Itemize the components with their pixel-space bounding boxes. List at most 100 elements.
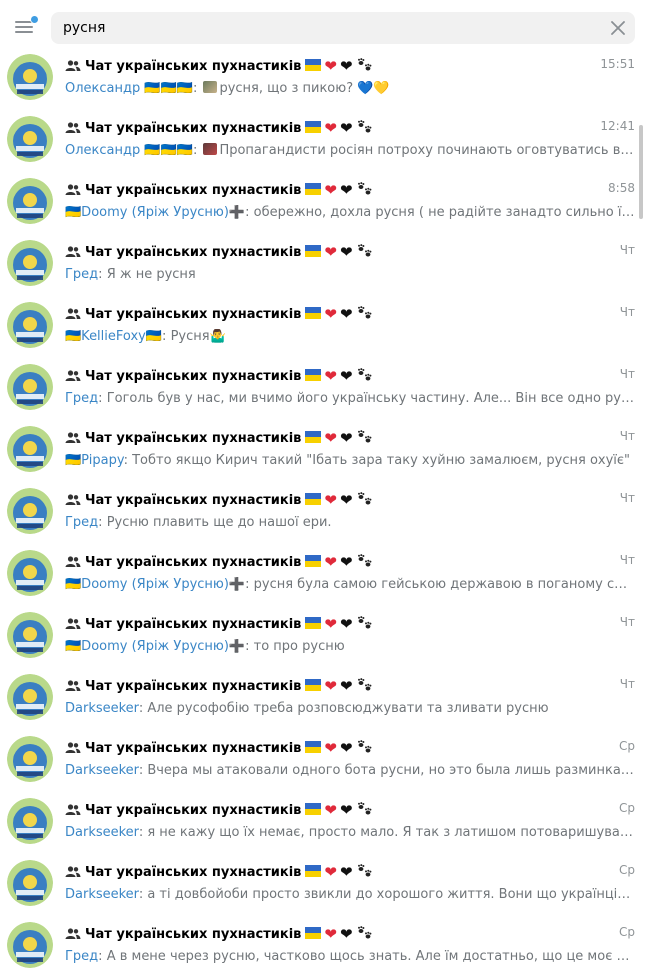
group-people-icon <box>65 866 81 877</box>
furry-paw-logo-avatar <box>7 612 53 658</box>
group-people-icon <box>65 556 81 567</box>
message-text: то про русню <box>253 639 345 654</box>
paw-prints-emoji <box>357 554 371 567</box>
chat-title: Чат українських пухнастиків ❤ ❤ <box>85 305 373 323</box>
paw-prints-emoji <box>357 926 371 939</box>
group-people-icon <box>65 618 81 629</box>
message-preview: 🇺🇦Doomy (Яріж Урусню)➕: обережно, дохла … <box>65 205 635 223</box>
chat-result-row[interactable]: Чат українських пухнастиків ❤ ❤ Ср Darksee… <box>0 728 647 790</box>
message-time: Чт <box>619 243 635 257</box>
chat-result-row[interactable]: Чат українських пухнастиків ❤ ❤ Чт Гред: Г… <box>0 356 647 418</box>
chat-result-row[interactable]: Чат українських пухнастиків ❤ ❤ Чт 🇺🇦Doomy… <box>0 542 647 604</box>
sender-name: Олександр 🇺🇦🇺🇦🇺🇦 <box>65 143 193 158</box>
message-text: Пропагандисти росіян потроху починають о… <box>219 143 635 158</box>
scrollbar[interactable] <box>639 125 643 219</box>
message-text: Я ж не русня <box>106 267 196 282</box>
message-time: 12:41 <box>600 119 635 133</box>
message-time: Ср <box>619 739 635 753</box>
hamburger-menu-icon[interactable] <box>13 15 39 36</box>
group-people-icon <box>65 370 81 381</box>
sender-name: 🇺🇦Pipapy <box>65 453 124 468</box>
media-thumbnail <box>203 143 218 155</box>
red-heart-emoji: ❤ <box>324 429 337 447</box>
group-people-icon <box>65 804 81 815</box>
chat-result-row[interactable]: Чат українських пухнастиків ❤ ❤ Чт 🇺🇦Kelli… <box>0 294 647 356</box>
paw-prints-emoji <box>357 182 371 195</box>
search-results-list: Чат українських пухнастиків ❤ ❤ 15:51 Олек… <box>0 46 647 976</box>
furry-paw-logo-avatar <box>7 736 53 782</box>
sender-name: 🇺🇦Doomy (Яріж Урусню)➕ <box>65 205 246 220</box>
ukraine-flag-emoji <box>305 865 322 877</box>
furry-paw-logo-avatar <box>7 488 53 534</box>
red-heart-emoji: ❤ <box>324 367 337 385</box>
ukraine-flag-emoji <box>305 121 322 133</box>
search-field[interactable] <box>51 12 635 44</box>
message-text: Але русофобію треба розповсюджувати та з… <box>147 701 549 716</box>
furry-paw-logo-avatar <box>7 302 53 348</box>
group-people-icon <box>65 60 81 71</box>
ukraine-flag-emoji <box>305 927 322 939</box>
message-preview: 🇺🇦KellieFoxy🇺🇦: Русня🤷‍♂️ <box>65 329 226 344</box>
paw-prints-emoji <box>357 492 371 505</box>
paw-prints-emoji <box>357 120 371 133</box>
chat-result-row[interactable]: Чат українських пухнастиків ❤ ❤ Чт Гред: Я… <box>0 232 647 294</box>
search-input[interactable] <box>63 12 603 44</box>
message-preview: 🇺🇦Doomy (Яріж Урусню)➕: то про русню <box>65 639 345 654</box>
chat-result-row[interactable]: Чат українських пухнастиків ❤ ❤ Чт Darksee… <box>0 666 647 728</box>
chat-title: Чат українських пухнастиків ❤ ❤ <box>85 367 373 385</box>
red-heart-emoji: ❤ <box>324 181 337 199</box>
message-time: Чт <box>619 305 635 319</box>
message-preview: Darkseeker: Вчера мы атаковали одного бо… <box>65 763 635 781</box>
group-people-icon <box>65 246 81 257</box>
red-heart-emoji: ❤ <box>324 801 337 819</box>
chat-result-row[interactable]: Чат українських пухнастиків ❤ ❤ Чт Гред: Р… <box>0 480 647 542</box>
chat-result-row[interactable]: Чат українських пухнастиків ❤ ❤ Ср Darksee… <box>0 852 647 914</box>
sender-name: Darkseeker <box>65 701 139 716</box>
message-text: А в мене через русню, частково щось знат… <box>106 949 635 964</box>
black-heart-emoji: ❤ <box>339 429 353 447</box>
chat-result-row[interactable]: Чат українських пухнастиків ❤ ❤ 12:41 Олек… <box>0 108 647 170</box>
message-text: Гоголь був у нас, ми вчимо його українсь… <box>106 391 635 406</box>
red-heart-emoji: ❤ <box>324 305 337 323</box>
ukraine-flag-emoji <box>305 617 322 629</box>
furry-paw-logo-avatar <box>7 426 53 472</box>
chat-title: Чат українських пухнастиків ❤ ❤ <box>85 429 373 447</box>
furry-paw-logo-avatar <box>7 860 53 906</box>
message-text: я не кажу що їх немає, просто мало. Я та… <box>147 825 635 840</box>
chat-result-row[interactable]: Чат українських пухнастиків ❤ ❤ 8:58 🇺🇦Doo… <box>0 170 647 232</box>
message-text: обережно, дохла русня ( не радійте занад… <box>253 205 635 220</box>
message-time: Чт <box>619 553 635 567</box>
group-people-icon <box>65 184 81 195</box>
chat-result-row[interactable]: Чат українських пухнастиків ❤ ❤ Ср Darksee… <box>0 790 647 852</box>
message-text: русня була самою гейською державою в пог… <box>253 577 635 592</box>
chat-title: Чат українських пухнастиків ❤ ❤ <box>85 57 373 75</box>
ukraine-flag-emoji <box>305 59 322 71</box>
furry-paw-logo-avatar <box>7 798 53 844</box>
black-heart-emoji: ❤ <box>339 925 353 943</box>
furry-paw-logo-avatar <box>7 54 53 100</box>
message-time: Чт <box>619 367 635 381</box>
furry-paw-logo-avatar <box>7 922 53 968</box>
chat-title: Чат українських пухнастиків ❤ ❤ <box>85 119 373 137</box>
message-preview: Darkseeker: я не кажу що їх немає, прост… <box>65 825 635 843</box>
chat-result-row[interactable]: Чат українських пухнастиків ❤ ❤ Ср Гред: А… <box>0 914 647 976</box>
chat-result-row[interactable]: Чат українських пухнастиків ❤ ❤ Чт 🇺🇦Pipap… <box>0 418 647 480</box>
chat-result-row[interactable]: Чат українських пухнастиків ❤ ❤ 15:51 Олек… <box>0 46 647 108</box>
message-time: Ср <box>619 863 635 877</box>
ukraine-flag-emoji <box>305 741 322 753</box>
paw-prints-emoji <box>357 430 371 443</box>
chat-result-row[interactable]: Чат українських пухнастиків ❤ ❤ Чт 🇺🇦Doomy… <box>0 604 647 666</box>
group-people-icon <box>65 308 81 319</box>
group-people-icon <box>65 494 81 505</box>
furry-paw-logo-avatar <box>7 178 53 224</box>
furry-paw-logo-avatar <box>7 240 53 286</box>
chat-title: Чат українських пухнастиків ❤ ❤ <box>85 925 373 943</box>
close-icon[interactable] <box>611 21 625 35</box>
furry-paw-logo-avatar <box>7 364 53 410</box>
black-heart-emoji: ❤ <box>339 181 353 199</box>
unread-dot-indicator <box>30 15 39 24</box>
ukraine-flag-emoji <box>305 803 322 815</box>
sender-name: Гред <box>65 515 99 530</box>
media-thumbnail <box>203 81 218 93</box>
message-time: Чт <box>619 491 635 505</box>
